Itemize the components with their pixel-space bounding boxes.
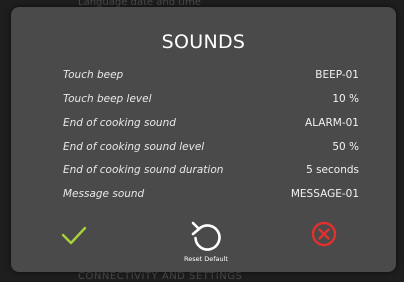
setting-label: End of cooking sound duration — [63, 164, 224, 176]
setting-label: End of cooking sound level — [63, 141, 205, 153]
background-menu-item-bottom: CONNECTIVITY AND SETTINGS — [78, 271, 243, 282]
setting-row-touch-beep[interactable]: Touch beep BEEP-01 — [63, 69, 359, 87]
reset-default-label: Reset Default — [184, 255, 228, 263]
reset-arrow-icon — [191, 221, 221, 251]
close-circle-icon — [311, 221, 337, 247]
setting-value: BEEP-01 — [315, 69, 359, 81]
setting-value: 50 % — [332, 141, 359, 153]
reset-default-button[interactable]: Reset Default — [173, 219, 239, 267]
setting-value: 10 % — [332, 93, 359, 105]
setting-label: Touch beep level — [63, 93, 152, 105]
setting-value: MESSAGE-01 — [290, 188, 359, 200]
cancel-button[interactable] — [309, 219, 339, 249]
setting-label: Message sound — [63, 188, 145, 200]
setting-value: 5 seconds — [306, 164, 359, 176]
dialog-title: SOUNDS — [161, 31, 246, 53]
sounds-dialog: SOUNDS Touch beep BEEP-01 Touch beep lev… — [11, 7, 396, 272]
setting-value: ALARM-01 — [305, 117, 359, 129]
setting-label: Touch beep — [63, 69, 124, 81]
confirm-button[interactable] — [57, 220, 91, 250]
setting-label: End of cooking sound — [63, 117, 176, 129]
setting-row-end-of-cooking-sound-duration[interactable]: End of cooking sound duration 5 seconds — [63, 164, 359, 182]
checkmark-icon — [61, 226, 87, 245]
setting-row-touch-beep-level[interactable]: Touch beep level 10 % — [63, 93, 359, 111]
setting-row-end-of-cooking-sound[interactable]: End of cooking sound ALARM-01 — [63, 117, 359, 135]
setting-row-message-sound[interactable]: Message sound MESSAGE-01 — [63, 188, 359, 206]
setting-row-end-of-cooking-sound-level[interactable]: End of cooking sound level 50 % — [63, 141, 359, 159]
